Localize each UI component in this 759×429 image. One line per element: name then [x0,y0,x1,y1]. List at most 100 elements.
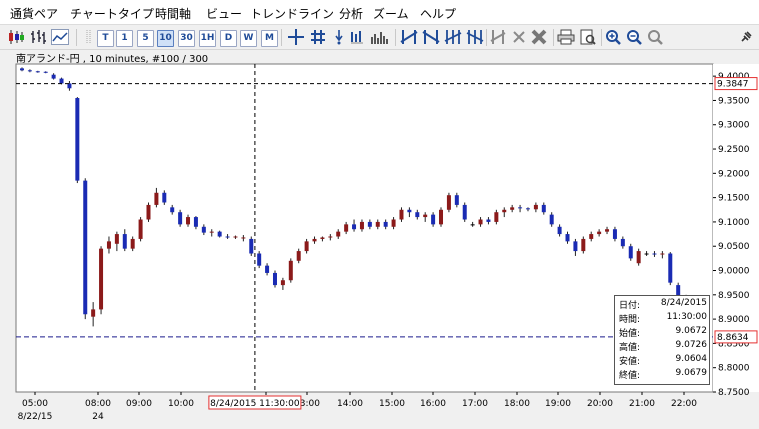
time-tick-label: 10:00 [168,399,194,409]
price-tick-label: 8.8000 [718,364,750,374]
info-row-date: 日付: 8/24/2015 [619,298,707,311]
price-tick-label: 9.1000 [718,218,750,228]
time-tick-label: 09:00 [126,399,152,409]
price-tick-label: 9.3500 [718,96,750,106]
info-row-time: 時間: 11:30:00 [619,312,707,325]
candle-body [644,253,649,255]
candle-body [628,246,633,259]
price-tick-label: 8.9500 [718,291,750,301]
candle-body [557,226,562,235]
time-tick-label: 15:00 [379,399,405,409]
candle-body [328,236,333,238]
candle-body [43,71,48,73]
candle-body [352,224,357,230]
date-label: 8/22/15 [18,412,53,422]
candle-body [59,78,64,84]
candle-body [336,231,341,237]
price-tick-label: 9.0000 [718,267,750,277]
candle-body [518,207,523,209]
candle-body [375,221,380,227]
candle-body [170,207,175,213]
candle-body [620,238,625,247]
candle-body [344,224,349,232]
candle-body [597,231,602,235]
candle-body [399,209,404,220]
time-tick-label: 16:00 [420,399,446,409]
candle-body [407,209,412,213]
plot-area [15,63,714,393]
candle-body [573,241,578,252]
candle-body [225,236,230,238]
time-tick-label: 20:00 [587,399,613,409]
date-label: 24 [92,412,104,422]
info-row-low: 安値: 9.0604 [619,354,707,367]
candle-body [636,251,641,264]
price-tick-label: 9.0500 [718,242,750,252]
candle-body [280,280,285,286]
candle-body [233,236,238,238]
price-tick-label: 9.1500 [718,194,750,204]
time-tick-label: 14:00 [337,399,363,409]
candle-body [122,234,127,249]
candle-body [272,272,277,286]
candle-body [415,212,420,218]
time-tick-label: 22:00 [671,399,697,409]
candle-body [106,241,111,249]
candle-body [114,234,119,244]
price-tick-label: 8.9000 [718,315,750,325]
candle-body [502,209,507,213]
candle-body [138,219,143,239]
candle-body [241,237,246,239]
time-tick-label: 18:00 [504,399,530,409]
candle-body [439,209,444,225]
candle-body [296,251,301,261]
candle-body [257,253,262,266]
candle-body [525,208,530,210]
price-tick-label: 9.2500 [718,145,750,155]
candle-body [312,238,317,242]
candle-body [423,214,428,218]
candle-body [51,74,56,79]
candle-body [431,214,436,225]
candle-body [383,221,388,227]
candle-body [510,207,515,210]
candle-body [27,70,32,72]
info-row-close: 終値: 9.0679 [619,368,707,381]
candle-body [486,219,491,222]
candle-body [209,231,214,233]
candle-body [660,253,665,255]
candle-body [470,224,475,226]
candle-body [186,217,191,225]
candle-body [193,217,198,227]
info-row-high: 高値: 9.0726 [619,340,707,353]
candle-body [304,241,309,252]
candle-body [359,221,364,230]
candle-body [454,195,459,205]
candle-body [67,83,72,89]
candle-body [494,212,499,222]
candle-body [217,231,222,237]
candle-body [178,212,183,225]
candle-body [35,71,40,73]
candle-body [462,204,467,220]
candle-body [320,237,325,239]
candle-body [367,221,372,227]
crosshair-time-label: 8/24/2015 11:30:00 [210,399,300,409]
candle-body [605,229,610,232]
candle-body [20,68,24,71]
price-tick-label: 9.2000 [718,169,750,179]
last-price-label: 8.8634 [717,333,749,343]
candle-body [478,219,483,225]
candle-body [146,204,151,220]
price-tick-label: 9.3000 [718,121,750,131]
candle-body [446,195,451,210]
candle-body [130,238,135,249]
candle-body [565,234,570,242]
candle-body [83,180,88,315]
candle-body [154,192,159,205]
time-tick-label: 19:00 [545,399,571,409]
candle-body [91,309,96,317]
candle-body [201,226,206,233]
candle-body [249,238,254,254]
crosshair-price-label: 9.3847 [717,80,749,90]
